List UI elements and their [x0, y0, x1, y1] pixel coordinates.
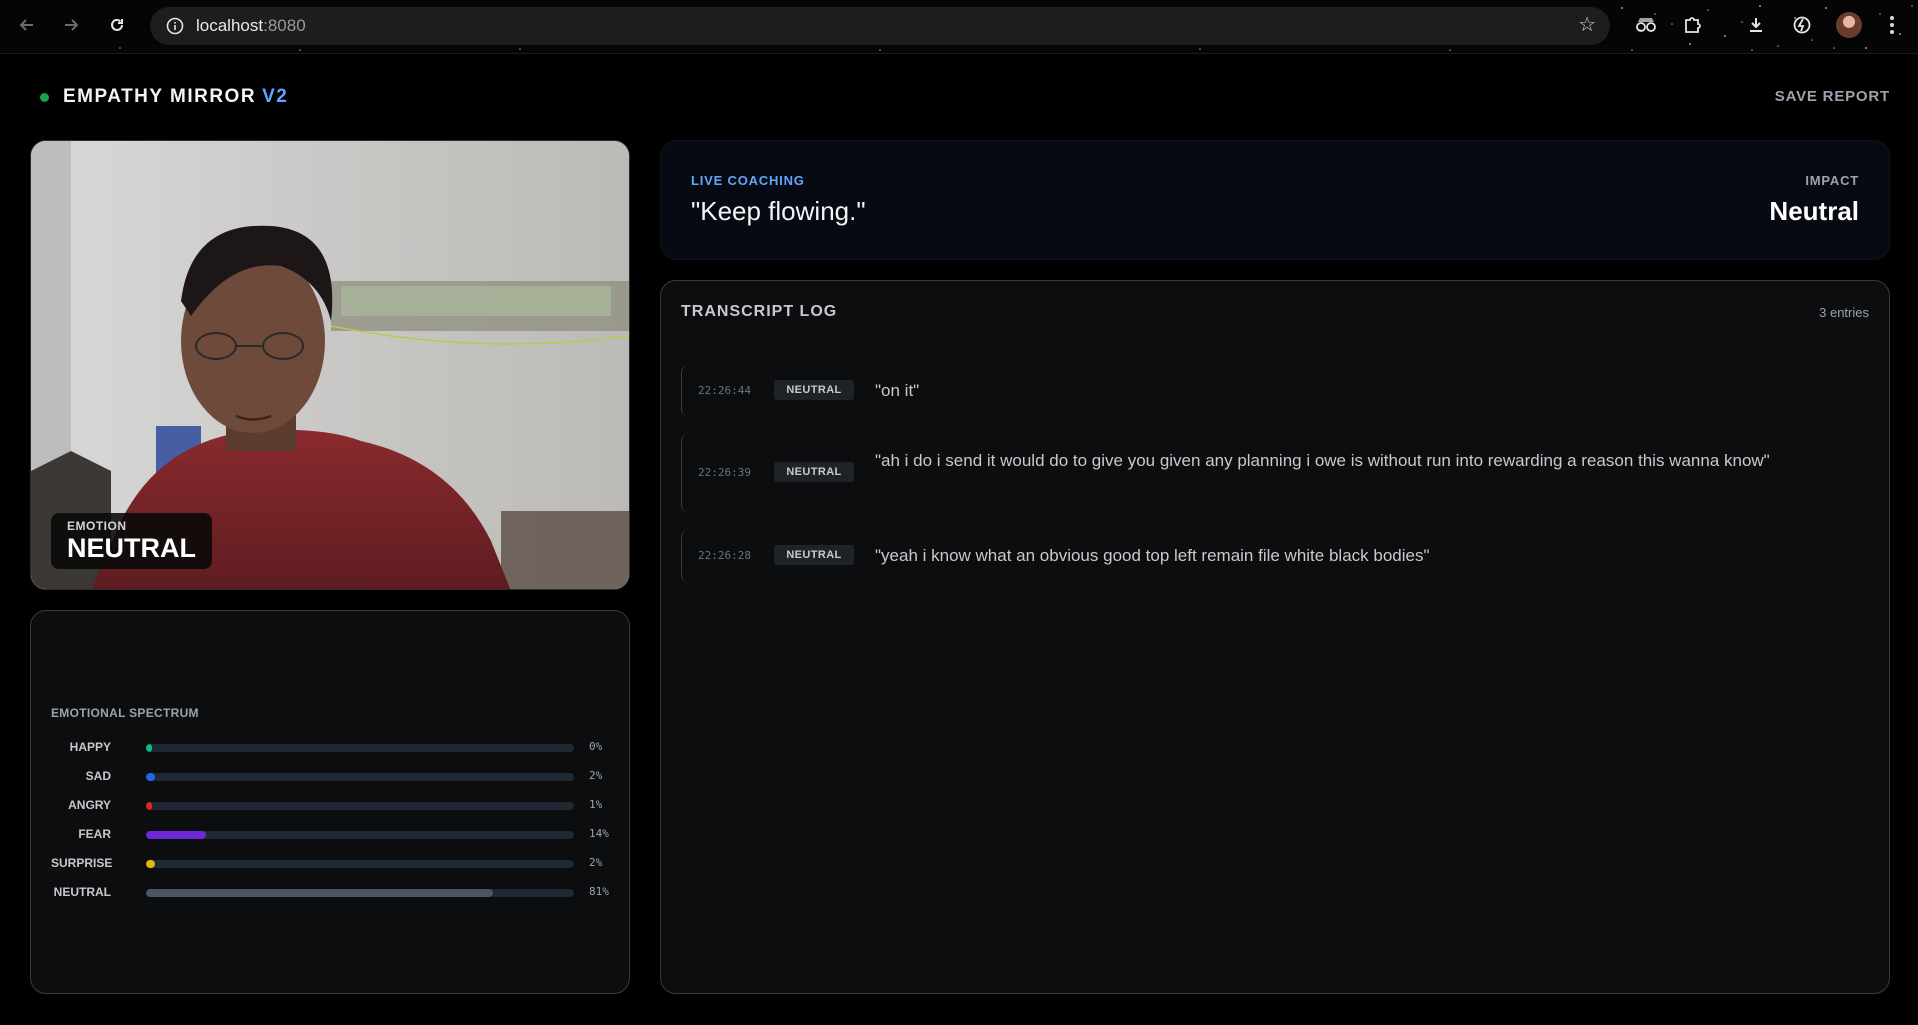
transcript-title: TRANSCRIPT LOG — [681, 303, 838, 320]
spectrum-label: SURPRISE — [51, 856, 113, 870]
emotion-badge: EMOTION NEUTRAL — [51, 513, 212, 569]
reload-button[interactable] — [104, 12, 130, 38]
spectrum-percent: 0% — [589, 740, 603, 753]
spectrum-label: ANGRY — [68, 798, 111, 812]
impact-value: Neutral — [1769, 196, 1859, 226]
spectrum-bar-track — [146, 889, 574, 897]
live-coaching-panel: LIVE COACHING "Keep flowing." IMPACT Neu… — [660, 140, 1890, 260]
spectrum-row-angry: ANGRY 1% — [51, 797, 611, 813]
entry-emotion-tag: NEUTRAL — [774, 462, 854, 482]
url-port: :8080 — [263, 16, 306, 35]
performance-icon[interactable] — [1788, 11, 1816, 39]
spectrum-bar-track — [146, 831, 574, 839]
spectrum-bar-fill — [146, 744, 153, 752]
spectrum-bar-fill — [146, 773, 155, 781]
arrow-right-icon — [65, 19, 79, 31]
spectrum-row-sad: SAD 2% — [51, 768, 611, 784]
spectrum-bar-track — [146, 802, 574, 810]
coaching-label: LIVE COACHING — [691, 173, 805, 188]
app-brand: EMPATHY MIRROR V2 — [63, 86, 288, 108]
spectrum-percent: 14% — [589, 827, 609, 840]
spectrum-bar-fill — [146, 860, 155, 868]
forward-button[interactable] — [58, 12, 84, 38]
camera-feed: EMOTION NEUTRAL — [30, 140, 630, 590]
transcript-entry: 22:26:39 NEUTRAL "ah i do i send it woul… — [681, 433, 1871, 513]
download-icon[interactable] — [1742, 11, 1770, 39]
emotional-spectrum-panel: EMOTIONAL SPECTRUM HAPPY 0% SAD 2% ANGRY 1% FE… — [30, 610, 630, 994]
reload-icon — [111, 18, 123, 31]
spectrum-label: FEAR — [78, 827, 111, 841]
spectrum-bar-fill — [146, 831, 206, 839]
address-bar[interactable]: localhost:8080 ☆ — [150, 7, 1610, 45]
browser-menu-icon[interactable] — [1882, 12, 1902, 38]
spectrum-row-fear: FEAR 14% — [51, 826, 611, 842]
spectrum-label: HAPPY — [69, 740, 111, 754]
emotion-label: EMOTION — [67, 519, 127, 533]
brand-version: V2 — [262, 86, 289, 107]
entry-timestamp: 22:26:39 — [698, 466, 751, 479]
entry-timestamp: 22:26:44 — [698, 384, 751, 397]
url-text: localhost:8080 — [196, 16, 306, 36]
status-indicator-dot — [40, 92, 49, 102]
extensions-puzzle-icon[interactable] — [1678, 11, 1706, 39]
transcript-entry: 22:26:28 NEUTRAL "yeah i know what an ob… — [681, 529, 1871, 583]
emotion-value: NEUTRAL — [67, 533, 196, 563]
transcript-entry-count: 3 entries — [1819, 305, 1869, 320]
spectrum-label: SAD — [85, 769, 111, 783]
spectrum-percent: 81% — [589, 885, 609, 898]
spectrum-percent: 1% — [589, 798, 603, 811]
spectrum-row-neutral: NEUTRAL 81% — [51, 884, 611, 900]
spectrum-title: EMOTIONAL SPECTRUM — [51, 706, 199, 720]
entry-emotion-tag: NEUTRAL — [774, 545, 854, 565]
entry-text: "ah i do i send it would do to give you … — [875, 451, 1770, 470]
site-info-icon[interactable] — [162, 13, 188, 39]
transcript-entry: 22:26:44 NEUTRAL "on it" — [681, 365, 1871, 417]
extension-incognito-icon[interactable] — [1632, 11, 1660, 39]
spectrum-bar-fill — [146, 889, 493, 897]
back-button[interactable] — [14, 12, 40, 38]
spectrum-bar-track — [146, 860, 574, 868]
spectrum-bar-track — [146, 744, 574, 752]
transcript-log-panel[interactable]: TRANSCRIPT LOG 3 entries 22:26:44 NEUTRA… — [660, 280, 1890, 994]
profile-avatar[interactable] — [1836, 12, 1862, 38]
arrow-left-icon — [19, 19, 33, 31]
spectrum-percent: 2% — [589, 769, 603, 782]
entry-text: "yeah i know what an obvious good top le… — [875, 546, 1430, 565]
entry-emotion-tag: NEUTRAL — [774, 380, 854, 400]
entry-timestamp: 22:26:28 — [698, 549, 751, 562]
entry-text: "on it" — [875, 381, 920, 400]
bookmark-star-icon[interactable]: ☆ — [1578, 15, 1596, 35]
spectrum-row-happy: HAPPY 0% — [51, 739, 611, 755]
app-header: EMPATHY MIRROR V2 — [40, 86, 288, 108]
spectrum-bar-fill — [146, 802, 153, 810]
url-host: localhost — [196, 16, 264, 35]
spectrum-percent: 2% — [589, 856, 603, 869]
save-report-button[interactable]: SAVE REPORT — [1775, 88, 1890, 105]
spectrum-label: NEUTRAL — [53, 885, 111, 899]
browser-toolbar: localhost:8080 ☆ — [0, 0, 1918, 54]
spectrum-row-surprise: SURPRISE 2% — [51, 855, 611, 871]
spectrum-bar-track — [146, 773, 574, 781]
coaching-text: "Keep flowing." — [691, 196, 866, 226]
impact-label: IMPACT — [1805, 173, 1859, 188]
brand-name: EMPATHY MIRROR — [63, 86, 257, 107]
